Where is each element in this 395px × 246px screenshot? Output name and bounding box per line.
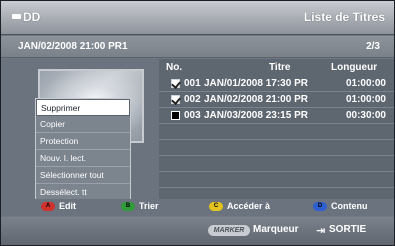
title-bar: DD Liste de Titres bbox=[1, 1, 394, 35]
page-indicator: 2/3 bbox=[366, 41, 380, 52]
row-checkbox[interactable] bbox=[171, 79, 180, 88]
column-header-titre: Titre bbox=[269, 62, 291, 73]
column-header-no: No. bbox=[166, 62, 183, 73]
row-number: 001 bbox=[184, 78, 201, 89]
column-header-longueur: Longueur bbox=[331, 62, 378, 73]
acceder-label: Accéder à bbox=[227, 201, 271, 211]
row-duration: 01:00:00 bbox=[345, 94, 386, 105]
empty-row bbox=[159, 156, 394, 172]
table-rows: 001 JAN/01/2008 17:30 PR 01:00:00 002 JA… bbox=[159, 76, 394, 188]
color-key-legend: A Edit B Trier C Accéder à D Contenu bbox=[1, 199, 394, 216]
screen-title: Liste de Titres bbox=[303, 10, 385, 24]
marker-button[interactable]: MARKER bbox=[208, 225, 250, 236]
row-duration: 00:30:00 bbox=[345, 110, 386, 121]
footer-bar: MARKER Marqueur ⇥ SORTIE bbox=[1, 217, 394, 245]
hdd-icon bbox=[12, 14, 21, 19]
title-list-screen: DD Liste de Titres JAN/02/2008 21:00 PR1… bbox=[0, 0, 395, 246]
empty-row bbox=[159, 140, 394, 156]
source-label: DD bbox=[23, 10, 41, 24]
red-key-icon[interactable]: A bbox=[41, 202, 55, 211]
empty-row bbox=[159, 124, 394, 140]
row-title: JAN/03/2008 23:15 PR bbox=[204, 110, 308, 121]
row-number: 003 bbox=[184, 110, 201, 121]
menu-item-supprimer[interactable]: Supprimer bbox=[36, 99, 130, 116]
green-key-icon[interactable]: B bbox=[121, 202, 135, 211]
trier-label: Trier bbox=[139, 201, 159, 211]
row-checkbox[interactable] bbox=[171, 111, 180, 120]
exit-icon[interactable]: ⇥ bbox=[316, 224, 325, 237]
context-menu: Supprimer Copier Protection Nouv. l. lec… bbox=[35, 98, 131, 201]
table-row[interactable]: 003 JAN/03/2008 23:15 PR 00:30:00 bbox=[159, 108, 394, 124]
menu-item-nouvelle-liste[interactable]: Nouv. l. lect. bbox=[36, 150, 130, 167]
current-title-date: JAN/02/2008 21:00 PR1 bbox=[18, 41, 128, 52]
row-title: JAN/01/2008 17:30 PR bbox=[204, 78, 308, 89]
row-title: JAN/02/2008 21:00 PR bbox=[204, 94, 308, 105]
marker-label: Marqueur bbox=[253, 224, 299, 235]
row-number: 002 bbox=[184, 94, 201, 105]
contenu-label: Contenu bbox=[331, 201, 368, 211]
table-row[interactable]: 002 JAN/02/2008 21:00 PR 01:00:00 bbox=[159, 92, 394, 108]
exit-label: SORTIE bbox=[329, 224, 367, 235]
table-row[interactable]: 001 JAN/01/2008 17:30 PR 01:00:00 bbox=[159, 76, 394, 92]
blue-key-icon[interactable]: D bbox=[313, 202, 327, 211]
menu-item-protection[interactable]: Protection bbox=[36, 133, 130, 150]
yellow-key-icon[interactable]: C bbox=[209, 202, 223, 211]
row-duration: 01:00:00 bbox=[345, 78, 386, 89]
menu-item-selectionner-tout[interactable]: Sélectionner tout bbox=[36, 167, 130, 184]
table-header: No. Titre Longueur bbox=[159, 62, 394, 76]
row-checkbox[interactable] bbox=[171, 95, 180, 104]
menu-item-copier[interactable]: Copier bbox=[36, 116, 130, 133]
title-table: No. Titre Longueur 001 JAN/01/2008 17:30… bbox=[159, 59, 394, 199]
edit-label: Edit bbox=[59, 201, 76, 211]
empty-row bbox=[159, 172, 394, 188]
info-bar: JAN/02/2008 21:00 PR1 2/3 bbox=[1, 36, 394, 58]
